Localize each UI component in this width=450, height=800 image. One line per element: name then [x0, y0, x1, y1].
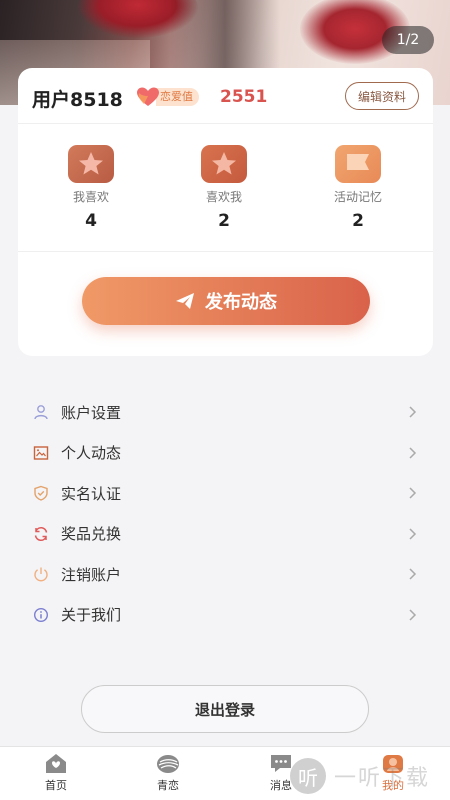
user-icon	[32, 403, 50, 421]
heart-icon	[136, 86, 160, 108]
tab-label: 首页	[45, 779, 67, 792]
chevron-right-icon	[409, 608, 417, 621]
menu-item-prize-exchange[interactable]: 奖品兑换	[0, 514, 450, 555]
menu-item-about-us[interactable]: 关于我们	[0, 595, 450, 636]
chevron-right-icon	[409, 487, 417, 499]
stat-value: 2	[218, 211, 230, 231]
stat-label: 我喜欢	[72, 190, 109, 204]
love-label: 恋爱值	[156, 88, 199, 106]
watermark-text: 一听下载	[334, 766, 431, 791]
feather-icon	[155, 751, 181, 775]
menu-item-account-settings[interactable]: 账户设置	[0, 392, 450, 433]
tab-label: 青恋	[157, 779, 179, 792]
menu-label: 奖品兑换	[61, 525, 122, 544]
stat-value: 2	[352, 211, 364, 231]
publish-label: 发布动态	[205, 292, 277, 313]
stat-label: 喜欢我	[205, 190, 242, 204]
chevron-right-icon	[409, 527, 417, 540]
menu-item-cancel-account[interactable]: 注销账户	[0, 554, 450, 595]
menu-item-personal-posts[interactable]: 个人动态	[0, 433, 450, 474]
watermark-logo: 听	[290, 758, 326, 794]
love-badge: 恋爱值	[136, 86, 199, 108]
menu-label: 账户设置	[61, 403, 122, 422]
home-icon	[43, 751, 69, 775]
stat-label: 活动记忆	[333, 190, 382, 204]
info-icon	[32, 606, 50, 624]
star-icon	[201, 145, 247, 183]
stat-activity-memory[interactable]: 活动记忆 2	[318, 145, 398, 231]
menu-item-real-name-verification[interactable]: 实名认证	[0, 473, 450, 514]
menu-label: 实名认证	[61, 484, 122, 503]
menu-label: 注销账户	[61, 565, 122, 584]
star-icon	[68, 145, 114, 183]
profile-card: 用户8518 恋爱值 2551 编辑资料 我喜欢 4 喜欢我 2 活动记忆 2 …	[18, 68, 433, 356]
settings-menu: 账户设置 个人动态 实名认证 奖品兑换 注销账户 关于我们	[0, 392, 450, 635]
flag-icon	[335, 145, 381, 183]
menu-label: 关于我们	[61, 606, 122, 625]
publish-post-button[interactable]: 发布动态	[82, 277, 370, 325]
logout-button[interactable]: 退出登录	[81, 685, 369, 733]
edit-profile-button[interactable]: 编辑资料	[345, 82, 419, 110]
stat-i-like[interactable]: 我喜欢 4	[51, 145, 131, 231]
stats-row: 我喜欢 4 喜欢我 2 活动记忆 2	[18, 125, 433, 252]
chevron-right-icon	[409, 406, 417, 418]
download-watermark: 听 一听下载	[290, 756, 450, 796]
love-score: 2551	[220, 87, 268, 107]
image-icon	[32, 444, 50, 462]
send-icon	[176, 293, 194, 309]
tab-qinglian[interactable]: 青恋	[138, 751, 198, 793]
stat-value: 4	[85, 211, 97, 231]
exchange-icon	[32, 525, 50, 543]
username: 用户8518	[32, 89, 123, 111]
chevron-right-icon	[409, 446, 417, 459]
photo-pager-indicator: 1/2	[382, 26, 434, 54]
power-icon	[32, 565, 50, 583]
chevron-right-icon	[409, 568, 417, 580]
menu-label: 个人动态	[61, 444, 122, 463]
shield-icon	[32, 484, 50, 502]
stat-likes-me[interactable]: 喜欢我 2	[184, 145, 264, 231]
user-row: 用户8518 恋爱值 2551 编辑资料	[18, 68, 433, 124]
tab-home[interactable]: 首页	[26, 751, 86, 793]
